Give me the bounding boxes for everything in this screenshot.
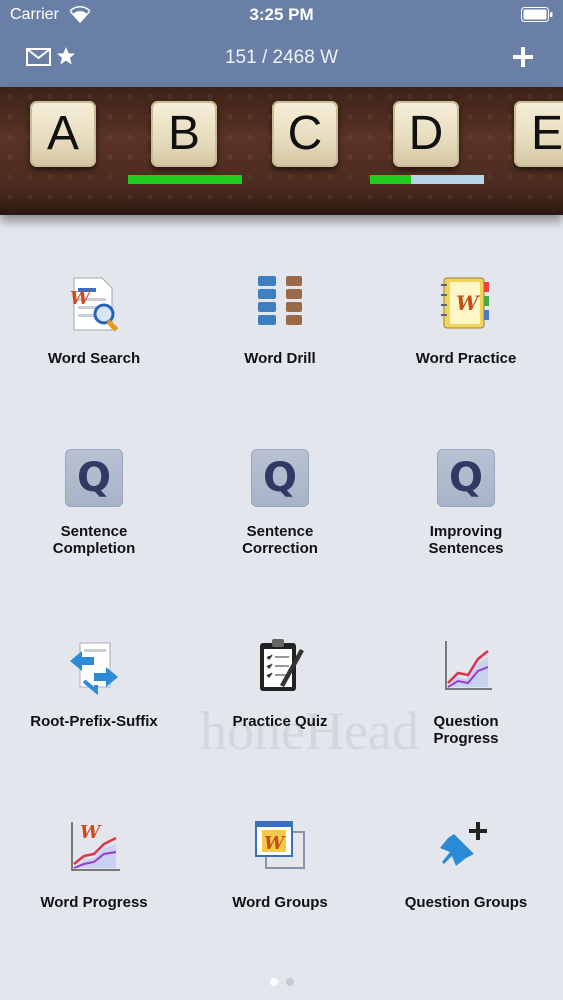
- letter-strip[interactable]: A B C D E: [0, 87, 563, 215]
- word-groups-label: Word Groups: [232, 894, 328, 911]
- battery-icon: [521, 7, 553, 22]
- word-practice-icon: W: [441, 277, 489, 329]
- page-dot[interactable]: [285, 978, 294, 986]
- practice-quiz-button[interactable]: Practice Quiz: [186, 637, 374, 730]
- status-time: 3:25 PM: [249, 5, 314, 24]
- word-search-label: Word Search: [47, 350, 141, 367]
- practice-quiz-icon: [260, 639, 304, 691]
- word-progress-button[interactable]: W Word Progress: [0, 818, 188, 911]
- letter-tile-c[interactable]: C: [272, 101, 338, 167]
- word-progress-icon: W: [71, 822, 120, 871]
- word-drill-icon: [258, 276, 302, 325]
- word-drill-button[interactable]: Word Drill: [186, 274, 374, 367]
- svg-text:W: W: [80, 822, 102, 843]
- sentence-correction-button[interactable]: Q Sentence Correction: [186, 449, 374, 557]
- svg-text:W: W: [264, 833, 286, 854]
- q-icon: Q: [251, 449, 309, 507]
- root-prefix-suffix-icon: [70, 642, 118, 696]
- page-dot-current[interactable]: [269, 978, 278, 986]
- top-bar: Carrier 3:25 PM 151 / 2468 W: [0, 0, 563, 87]
- q-icon: Q: [65, 449, 123, 507]
- letter-tile-d[interactable]: D: [393, 101, 459, 167]
- letter-tile-e[interactable]: E: [514, 101, 563, 167]
- question-progress-button[interactable]: Question Progress: [372, 637, 560, 747]
- question-progress-icon: [445, 641, 492, 690]
- add-icon[interactable]: [512, 46, 534, 68]
- practice-quiz-label: Practice Quiz: [232, 713, 328, 730]
- word-practice-label: Word Practice: [415, 350, 517, 367]
- question-groups-button[interactable]: Question Groups: [372, 818, 560, 911]
- letter-tile-b[interactable]: B: [151, 101, 217, 167]
- improving-sentences-button[interactable]: Q Improving Sentences: [372, 449, 560, 557]
- word-practice-button[interactable]: W Word Practice: [372, 274, 560, 367]
- root-prefix-suffix-button[interactable]: Root-Prefix-Suffix: [0, 637, 188, 730]
- q-icon: Q: [437, 449, 495, 507]
- question-groups-icon: [440, 822, 487, 866]
- svg-text:W: W: [70, 288, 92, 309]
- word-groups-icon: W: [255, 821, 305, 869]
- sentence-correction-label: Sentence Correction: [242, 523, 318, 557]
- letter-tile-a[interactable]: A: [30, 101, 96, 167]
- progress-bar-d: [370, 175, 484, 184]
- root-prefix-suffix-label: Root-Prefix-Suffix: [30, 713, 158, 730]
- page-indicator[interactable]: [0, 973, 563, 991]
- status-bar: Carrier 3:25 PM: [0, 0, 563, 30]
- word-progress-label: Word Progress: [40, 894, 148, 911]
- sentence-completion-label: Sentence Completion: [52, 523, 136, 557]
- word-count: 151 / 2468 W: [224, 47, 339, 68]
- progress-bar-b: [128, 175, 242, 184]
- question-groups-label: Question Groups: [404, 894, 528, 911]
- improving-sentences-label: Improving Sentences: [428, 523, 504, 557]
- sentence-completion-button[interactable]: Q Sentence Completion: [0, 449, 188, 557]
- svg-text:W: W: [456, 291, 481, 315]
- word-groups-button[interactable]: W Word Groups: [186, 818, 374, 911]
- word-search-button[interactable]: W Word Search: [0, 274, 188, 367]
- word-drill-label: Word Drill: [244, 350, 316, 367]
- question-progress-label: Question Progress: [433, 713, 499, 747]
- word-search-icon: W: [70, 277, 119, 332]
